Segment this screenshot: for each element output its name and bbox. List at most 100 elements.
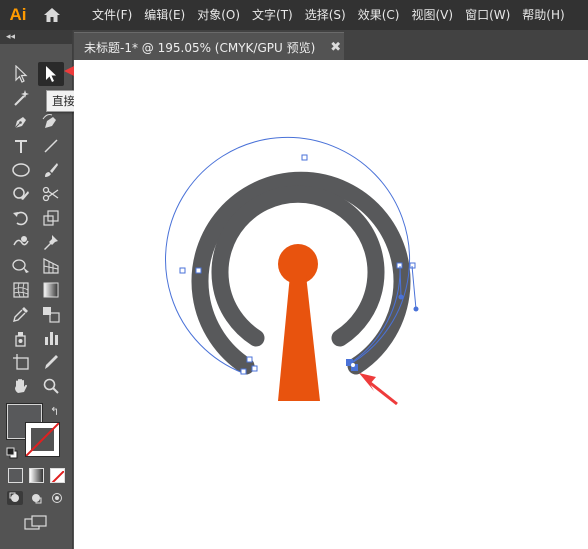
column-graph-tool[interactable] <box>38 326 64 350</box>
shaper-icon <box>13 187 29 200</box>
gradient-icon <box>43 282 59 298</box>
anchor-point[interactable] <box>396 262 403 269</box>
tools-panel-header: ◂◂ <box>0 30 72 44</box>
direction-handle[interactable] <box>398 294 404 300</box>
none-slash-icon <box>26 423 59 456</box>
rotate-tool[interactable] <box>8 206 34 230</box>
menu-view[interactable]: 视图(V) <box>405 0 459 30</box>
hand-icon <box>15 379 27 393</box>
pen-tool[interactable] <box>8 110 34 134</box>
artboard-tool[interactable] <box>8 350 34 374</box>
magic-wand-tool[interactable] <box>8 86 34 110</box>
screen-mode-icon <box>24 515 47 530</box>
slice-tool[interactable] <box>38 350 64 374</box>
ellipse-tool[interactable] <box>8 158 34 182</box>
color-mode-button[interactable] <box>8 468 23 483</box>
perspective-grid-tool[interactable] <box>38 254 64 278</box>
mesh-tool[interactable] <box>8 278 34 302</box>
anchor-center <box>351 363 355 367</box>
zoom-tool[interactable] <box>38 374 64 398</box>
menu-select[interactable]: 选择(S) <box>299 0 352 30</box>
menu-file[interactable]: 文件(F) <box>86 0 138 30</box>
draw-normal-icon <box>9 492 19 502</box>
eyedropper-icon <box>13 307 28 322</box>
eyedropper-tool[interactable] <box>8 302 34 326</box>
paintbrush-tool[interactable] <box>38 158 64 182</box>
default-colors-icon <box>6 447 18 459</box>
perspective-grid-icon <box>43 258 59 274</box>
artboard-canvas[interactable] <box>74 60 588 549</box>
menu-effect[interactable]: 效果(C) <box>352 0 406 30</box>
draw-inside-button[interactable] <box>49 491 65 505</box>
pen-nib-icon <box>14 117 26 129</box>
home-button[interactable] <box>36 0 68 30</box>
anchor-point[interactable] <box>246 356 253 363</box>
curvature-pen-icon <box>42 114 56 128</box>
gradient-mode-button[interactable] <box>29 468 44 483</box>
artboard-icon <box>13 354 29 370</box>
menu-object[interactable]: 对象(O) <box>191 0 246 30</box>
direction-handle[interactable] <box>413 306 419 312</box>
menu-help[interactable]: 帮助(H) <box>516 0 570 30</box>
default-colors-button[interactable] <box>6 444 18 463</box>
symbol-sprayer-icon <box>15 332 26 347</box>
scissors-tool[interactable] <box>38 182 64 206</box>
type-t-icon <box>15 140 27 153</box>
gradient-tool[interactable] <box>38 278 64 302</box>
anchor-point[interactable] <box>240 368 247 375</box>
anchor-point[interactable] <box>179 267 186 274</box>
symbol-sprayer-tool[interactable] <box>8 326 34 350</box>
shape-builder-tool[interactable] <box>8 254 34 278</box>
shape-builder-icon <box>12 259 29 273</box>
scale-tool[interactable] <box>38 206 64 230</box>
annotation-arrowhead <box>359 373 376 391</box>
none-slash-icon <box>51 470 64 482</box>
anchor-point[interactable] <box>195 267 202 274</box>
home-icon <box>44 8 60 22</box>
stroke-color-swatch[interactable] <box>25 422 60 457</box>
artwork <box>165 136 419 406</box>
scissors-icon <box>42 186 59 202</box>
draw-behind-button[interactable] <box>28 491 44 505</box>
draw-behind-icon <box>32 494 42 504</box>
line-segment-tool[interactable] <box>38 134 64 158</box>
warp-icon <box>13 236 29 246</box>
collapse-panel-button[interactable]: ◂◂ <box>6 30 15 44</box>
blend-tool[interactable] <box>38 302 64 326</box>
direction-line <box>411 265 417 310</box>
type-tool[interactable] <box>8 134 34 158</box>
menu-bar: Ai 文件(F) 编辑(E) 对象(O) 文字(T) 选择(S) 效果(C) 视… <box>0 0 588 30</box>
anchor-point[interactable] <box>301 154 308 161</box>
puppet-warp-tool[interactable] <box>38 230 64 254</box>
anchor-point[interactable] <box>251 365 258 372</box>
blend-icon <box>43 307 60 323</box>
warp-tool[interactable] <box>8 230 34 254</box>
rotate-icon <box>13 211 28 226</box>
ellipse-icon <box>12 163 30 177</box>
document-tab[interactable]: 未标题-1* @ 195.05% (CMYK/GPU 预览) ✖ <box>74 32 344 61</box>
mesh-icon <box>13 282 29 298</box>
document-tab-bar: 未标题-1* @ 195.05% (CMYK/GPU 预览) ✖ <box>72 30 588 61</box>
hand-tool[interactable] <box>8 374 34 398</box>
antenna-mast[interactable] <box>278 275 320 401</box>
menu-type[interactable]: 文字(T) <box>246 0 299 30</box>
selection-tool[interactable] <box>8 62 34 86</box>
slice-knife-icon <box>45 355 58 369</box>
menu-window[interactable]: 窗口(W) <box>459 0 516 30</box>
document-title: 未标题-1* @ 195.05% (CMYK/GPU 预览) <box>84 40 316 55</box>
close-tab-button[interactable]: ✖ <box>330 40 341 55</box>
change-screen-mode-button[interactable] <box>24 515 48 535</box>
none-mode-button[interactable] <box>50 468 65 483</box>
curvature-tool[interactable] <box>38 110 64 134</box>
annotation-arrow-anchor <box>368 380 398 406</box>
pin-icon <box>44 235 58 250</box>
swap-fill-stroke-button[interactable]: ↰ <box>50 405 59 418</box>
menu-edit[interactable]: 编辑(E) <box>138 0 191 30</box>
column-graph-icon <box>45 332 58 345</box>
draw-inside-icon <box>52 493 62 503</box>
magic-wand-icon <box>14 90 29 106</box>
scale-icon <box>43 210 59 226</box>
draw-normal-button[interactable] <box>7 491 23 505</box>
shaper-tool[interactable] <box>8 182 34 206</box>
paintbrush-icon <box>45 163 58 177</box>
